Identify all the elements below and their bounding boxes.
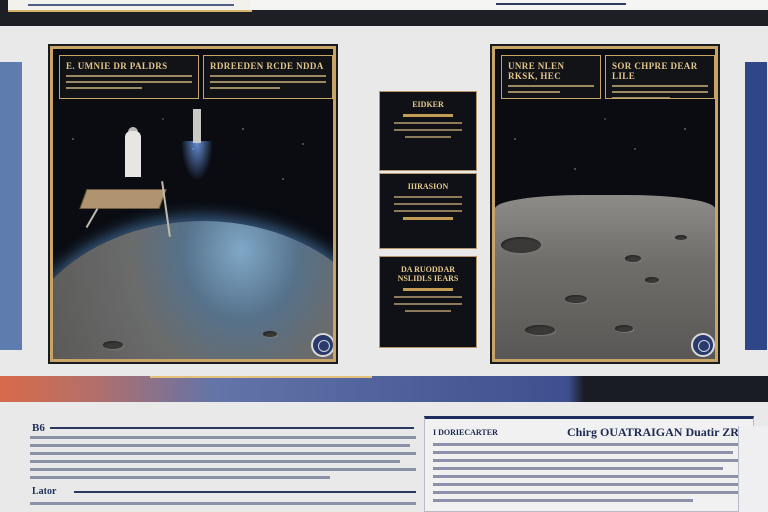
thruster-glow	[181, 141, 213, 181]
top-bar	[0, 0, 768, 26]
card-title: EIDKER	[412, 100, 444, 109]
caption-text: SOR CHPRE DEAR LILE	[612, 61, 698, 81]
mission-badge-icon[interactable]	[311, 333, 333, 357]
probe-icon	[193, 109, 201, 143]
card-title: DA RUODDAR NSLIDLS IEARS	[397, 265, 459, 283]
info-card-1[interactable]: EIDKER	[379, 91, 477, 171]
caption-text: RDREEDEN RCDE NDDA	[210, 61, 324, 71]
left-side-slab	[0, 62, 22, 350]
article-subheading: Lator	[32, 486, 57, 497]
info-card-3[interactable]: DA RUODDAR NSLIDLS IEARS	[379, 256, 477, 348]
panel-one-caption-right: RDREEDEN RCDE NDDA	[203, 55, 333, 99]
moon-surface	[495, 195, 715, 359]
panel-two-caption-right: SOR CHPRE DEAR LILE	[605, 55, 715, 99]
article-right-box[interactable]: I DORIECARTER Chirg OUATRAIGAN Duatir ZR…	[424, 416, 760, 512]
rocket-illustration-panel[interactable]: E. UMNIE DR PALDRS RDREEDEN RCDE NDDA	[50, 46, 336, 362]
info-card-2[interactable]: IIIRASION	[379, 173, 477, 249]
card-title: IIIRASION	[407, 182, 449, 191]
panel-one-caption-left: E. UMNIE DR PALDRS	[59, 55, 199, 99]
article-left-column: B6 Lator	[30, 422, 418, 512]
mission-badge-icon[interactable]	[691, 333, 715, 357]
right-sidebar-box	[738, 426, 768, 512]
article-title: Chirg OUATRAIGAN Duatir ZRICE	[567, 425, 761, 439]
rocket-icon	[123, 127, 141, 183]
lander-platform-icon	[79, 189, 167, 209]
moon-illustration-panel[interactable]: UNRE NLEN RKSK, HEC SOR CHPRE DEAR LILE	[492, 46, 718, 362]
section-divider	[0, 376, 768, 402]
article-kicker: I DORIECARTER	[433, 428, 498, 437]
right-side-slab	[745, 62, 767, 350]
caption-text: E. UMNIE DR PALDRS	[66, 61, 168, 71]
panel-two-caption-left: UNRE NLEN RKSK, HEC	[501, 55, 601, 99]
caption-text: UNRE NLEN RKSK, HEC	[508, 61, 565, 81]
top-left-tab[interactable]	[8, 0, 252, 12]
article-heading: B6	[32, 422, 45, 434]
top-right-strip	[250, 0, 768, 10]
